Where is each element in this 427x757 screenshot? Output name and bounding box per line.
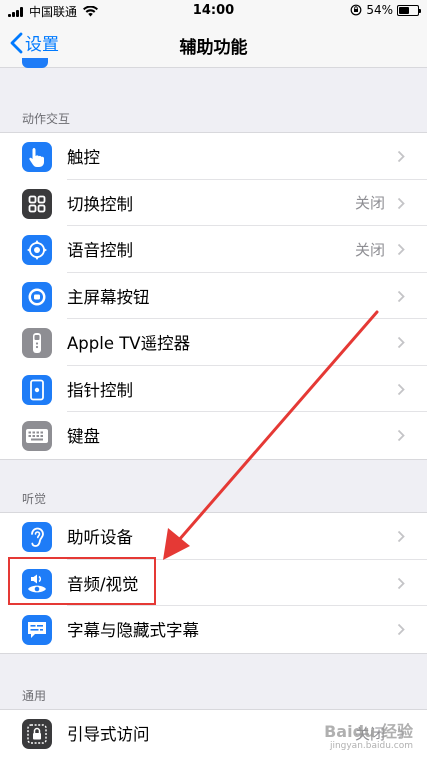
- row-subtitles[interactable]: 字幕与隐藏式字幕: [0, 606, 427, 653]
- row-label: 键盘: [67, 427, 100, 447]
- row-label: 触控: [67, 148, 100, 168]
- status-bar: 中国联通 14:00 54%: [0, 0, 427, 22]
- row-label: 引导式访问: [67, 725, 150, 745]
- row-label: 切换控制: [67, 194, 133, 214]
- switch-control-icon: [22, 188, 52, 219]
- chevron-right-icon: [397, 150, 405, 163]
- watermark-sub: jingyan.baidu.com: [329, 741, 413, 751]
- row-pointer-control[interactable]: 指针控制: [0, 366, 427, 412]
- row-touch[interactable]: 触控: [0, 133, 427, 180]
- chevron-right-icon: [397, 290, 405, 302]
- status-right: 54%: [350, 3, 421, 17]
- row-label: Apple TV遥控器: [67, 334, 191, 354]
- section-interaction: 触控 切换控制 关闭 语音控制 关闭 主屏幕按钮 Apple TV遥控器 指针控…: [0, 132, 427, 460]
- row-hearing-devices[interactable]: 助听设备: [0, 513, 427, 560]
- page-title: 辅助功能: [179, 38, 248, 58]
- keyboard-icon: [22, 421, 52, 451]
- row-keyboard[interactable]: 键盘: [0, 412, 427, 459]
- audio-visual-icon: [22, 568, 52, 599]
- section-header-interaction: 动作交互: [22, 112, 71, 126]
- row-audio-visual[interactable]: 音频/视觉: [0, 560, 427, 606]
- row-apple-tv-remote[interactable]: Apple TV遥控器: [0, 319, 427, 366]
- scrolled-off-icon: [22, 58, 48, 68]
- row-label: 语音控制: [67, 241, 133, 261]
- watermark: Baidu 经验 jingyan.baidu.com: [324, 724, 413, 751]
- row-label: 字幕与隐藏式字幕: [67, 621, 199, 641]
- chevron-right-icon: [397, 197, 405, 209]
- watermark-text: Baidu 经验: [324, 722, 413, 741]
- battery-fill: [399, 6, 409, 14]
- row-home-button[interactable]: 主屏幕按钮: [0, 273, 427, 319]
- pointer-icon: [22, 374, 52, 405]
- row-label: 助听设备: [67, 528, 133, 548]
- row-label: 指针控制: [67, 380, 133, 400]
- section-header-hearing: 听觉: [22, 492, 47, 506]
- chevron-right-icon: [397, 429, 405, 442]
- chevron-right-icon: [397, 336, 405, 349]
- voice-control-icon: [22, 235, 52, 265]
- subtitles-icon: [22, 615, 52, 645]
- section-hearing: 助听设备 音频/视觉 字幕与隐藏式字幕: [0, 512, 427, 654]
- guided-access-icon: [22, 719, 52, 749]
- row-value: 关闭: [354, 240, 385, 259]
- row-switch-control[interactable]: 切换控制 关闭: [0, 180, 427, 226]
- row-value: 关闭: [354, 194, 385, 213]
- hand-touch-icon: [22, 142, 52, 172]
- chevron-right-icon: [397, 623, 405, 636]
- battery-icon: [397, 4, 421, 16]
- ear-icon: [22, 522, 52, 552]
- row-label: 主屏幕按钮: [67, 287, 150, 307]
- chevron-right-icon: [397, 383, 405, 395]
- row-voice-control[interactable]: 语音控制 关闭: [0, 226, 427, 273]
- home-button-icon: [22, 281, 52, 312]
- navigation-bar: 设置 辅助功能: [0, 22, 427, 68]
- rotation-lock-icon: [350, 4, 362, 16]
- chevron-right-icon: [397, 243, 405, 256]
- chevron-right-icon: [397, 577, 405, 589]
- row-label: 音频/视觉: [67, 574, 139, 594]
- remote-icon: [22, 328, 52, 358]
- section-header-general: 通用: [22, 689, 47, 703]
- battery-percent: 54%: [366, 3, 393, 17]
- chevron-right-icon: [397, 530, 405, 543]
